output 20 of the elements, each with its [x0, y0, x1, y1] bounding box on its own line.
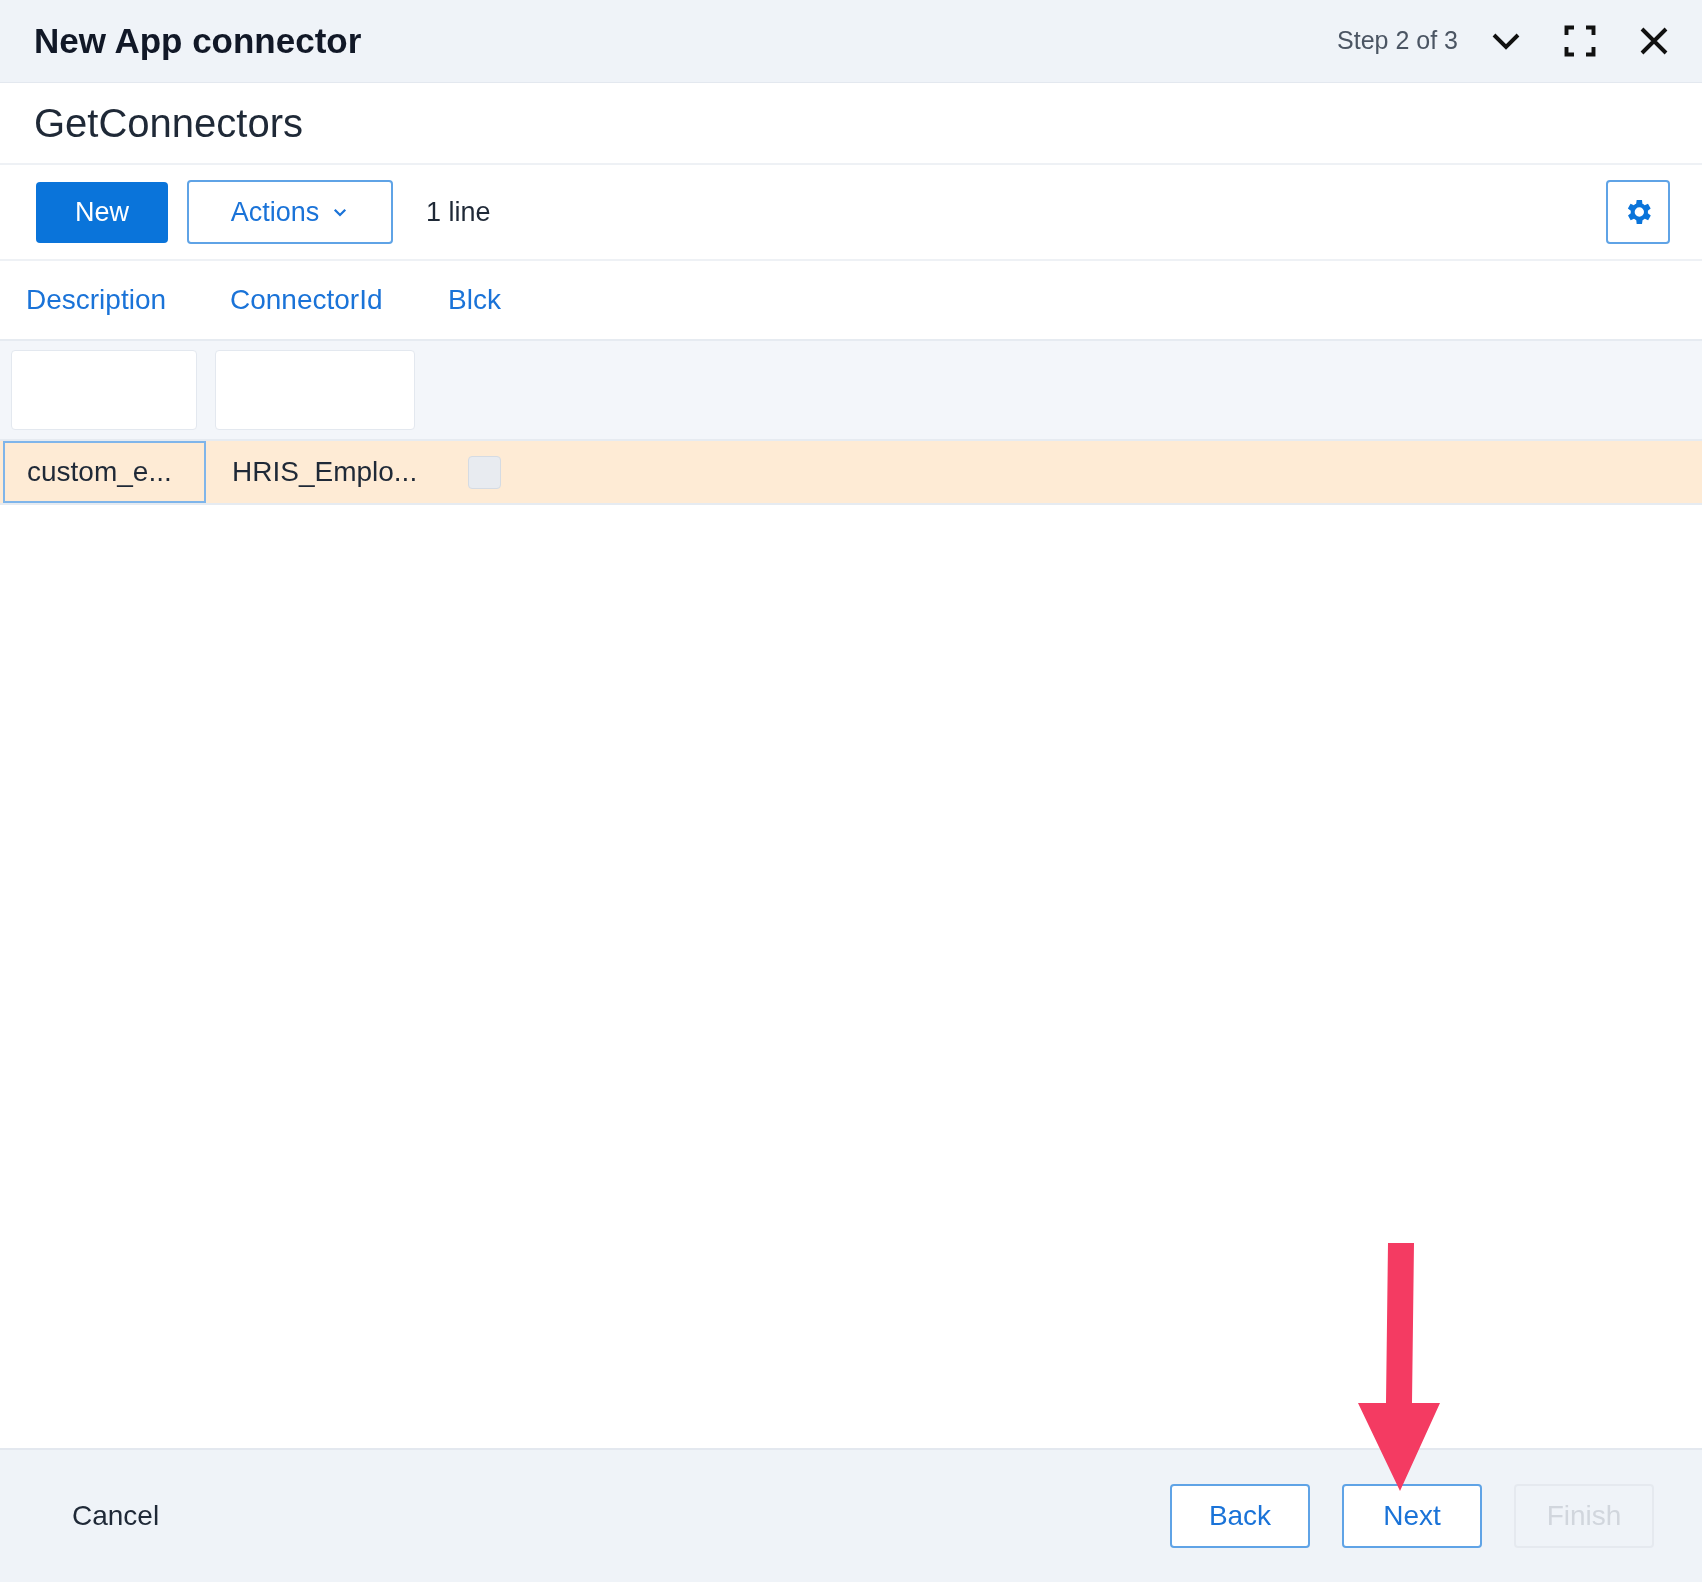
- column-header[interactable]: ConnectorId: [230, 279, 448, 321]
- maximize-icon[interactable]: [1562, 23, 1598, 59]
- column-header[interactable]: Blck: [448, 279, 501, 321]
- line-count: 1 line: [426, 195, 491, 229]
- actions-button[interactable]: Actions: [187, 180, 393, 244]
- page-subtitle: GetConnectors: [34, 100, 304, 147]
- table-cell: custom_e...: [3, 441, 206, 503]
- footer-button[interactable]: Next: [1342, 1484, 1482, 1548]
- settings-button[interactable]: [1606, 180, 1670, 244]
- filter-field[interactable]: [215, 350, 415, 430]
- table-cell-text: HRIS_Emplo...: [231, 455, 419, 489]
- new-button[interactable]: New: [36, 181, 168, 243]
- dialog-title: New App connector: [34, 19, 362, 62]
- cancel-button[interactable]: Cancel: [72, 1495, 160, 1537]
- footer-button[interactable]: Back: [1170, 1484, 1310, 1548]
- column-header[interactable]: Description: [26, 279, 230, 321]
- checkbox[interactable]: [468, 455, 501, 489]
- filter-field[interactable]: [11, 350, 197, 430]
- step-indicator: Step 2 of 3: [1337, 25, 1458, 57]
- table-row[interactable]: custom_e... HRIS_Emplo...: [0, 441, 1702, 505]
